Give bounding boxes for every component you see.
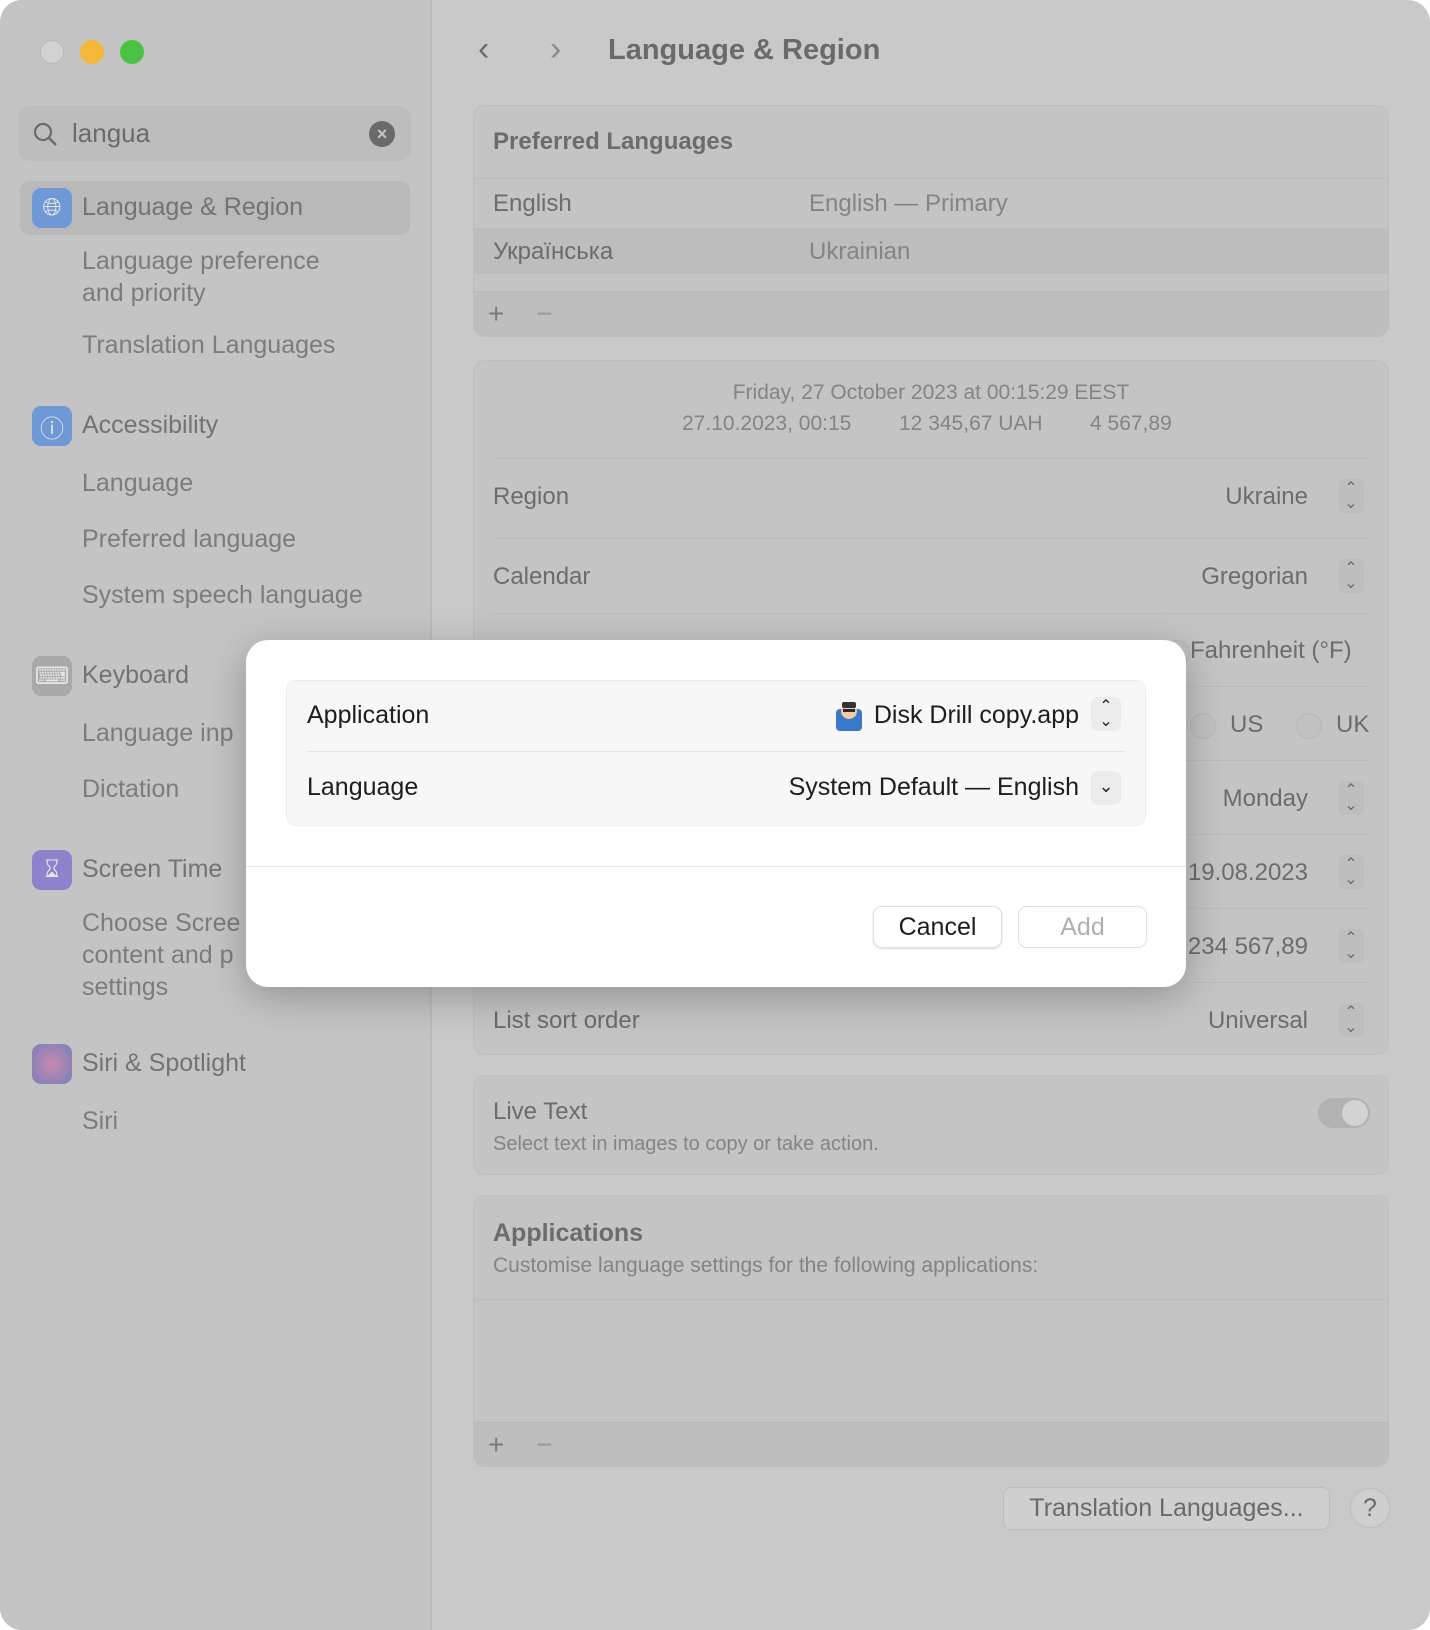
sidebar-subitem[interactable]: System speech language [82, 579, 363, 611]
keyboard-icon: ⌨ [32, 656, 72, 696]
language-popup[interactable]: System Default — English [789, 773, 1079, 802]
close-button[interactable] [40, 40, 64, 64]
us-radio[interactable] [1190, 713, 1216, 739]
language-detail: English — Primary [809, 190, 1008, 217]
list-sort-value[interactable]: Universal [1208, 1007, 1308, 1035]
sidebar-item-keyboard[interactable]: Keyboard [82, 661, 189, 690]
sidebar-subitem[interactable]: Translation Languages [82, 329, 335, 361]
format-preview: 27.10.2023, 00:15 [682, 412, 852, 435]
accessibility-icon: ⓘ [32, 406, 72, 446]
x-circle-icon[interactable]: × [369, 121, 395, 147]
language-label: Language [307, 773, 419, 801]
region-value[interactable]: Ukraine [1225, 483, 1308, 511]
region-label: Region [493, 483, 570, 510]
remove-language-button[interactable]: − [536, 298, 552, 330]
sidebar-item-language-region[interactable]: Language & Region [82, 193, 303, 222]
sidebar-subitem[interactable]: Dictation [82, 773, 179, 805]
settings-window: langua × 🌐︎ Language & Region Language p… [0, 0, 1430, 1630]
sidebar-item-siri-spotlight[interactable]: Siri & Spotlight [82, 1049, 246, 1078]
calendar-label: Calendar [493, 563, 591, 590]
live-text-toggle[interactable] [1318, 1098, 1370, 1128]
format-preview: 4 567,89 [1090, 412, 1172, 435]
page-title: Language & Region [608, 34, 881, 66]
remove-application-button[interactable]: − [536, 1429, 552, 1461]
number-format-value[interactable]: 234 567,89 [1188, 933, 1308, 961]
updown-chevron-icon[interactable]: ⌃ ⌄ [1338, 1003, 1364, 1037]
application-value: Disk Drill copy.app [873, 700, 1079, 729]
minimize-button[interactable] [80, 40, 104, 64]
application-popup[interactable]: Disk Drill copy.app [834, 699, 1079, 731]
language-row[interactable]: Українська Ukrainian [474, 228, 1388, 274]
updown-chevron-icon[interactable]: ⌃ ⌄ [1338, 479, 1364, 513]
live-text-subtitle: Select text in images to copy or take ac… [493, 1133, 879, 1155]
list-sort-label: List sort order [493, 1007, 640, 1034]
add-application-dialog: Application Disk Drill copy.app ⌃ ⌄ Langu… [246, 640, 1186, 987]
first-day-value[interactable]: Monday [1223, 785, 1308, 813]
applications-title: Applications [493, 1219, 644, 1247]
add-remove-bar: + − [474, 1422, 1388, 1466]
add-remove-bar: + − [474, 291, 1388, 336]
application-label: Application [307, 701, 430, 729]
zoom-button[interactable] [120, 40, 144, 64]
temperature-option: Fahrenheit (°F) [1190, 637, 1352, 664]
applications-card: Applications Customise language settings… [473, 1195, 1389, 1467]
updown-chevron-icon[interactable]: ⌃ ⌄ [1091, 697, 1121, 731]
updown-chevron-icon[interactable]: ⌃ ⌄ [1338, 855, 1364, 889]
language-name: English [493, 190, 572, 217]
search-icon [33, 122, 57, 146]
format-preview-date: Friday, 27 October 2023 at 00:15:29 EEST [732, 381, 1130, 404]
uk-radio[interactable] [1296, 713, 1322, 739]
preferred-languages-card: Preferred Languages English English — Pr… [473, 105, 1389, 337]
applications-subtitle: Customise language settings for the foll… [493, 1254, 1039, 1277]
add-language-button[interactable]: + [488, 298, 504, 330]
cancel-button[interactable]: Cancel [873, 906, 1002, 948]
help-button[interactable]: ? [1350, 1488, 1390, 1528]
sidebar-subitem[interactable]: Preferred language [82, 523, 296, 555]
sidebar-subitem[interactable]: Language inp [82, 717, 234, 749]
language-name: Українська [493, 238, 614, 265]
globe-icon: 🌐︎ [32, 188, 72, 228]
back-icon[interactable]: ‹ [478, 30, 489, 69]
format-preview: 12 345,67 UAH [899, 412, 1043, 435]
search-input[interactable]: langua [72, 118, 150, 149]
forward-icon[interactable]: › [550, 30, 561, 69]
sidebar-subitem[interactable]: Siri [82, 1105, 118, 1137]
divider [246, 866, 1186, 867]
date-format-value[interactable]: 19.08.2023 [1188, 859, 1308, 887]
add-application-button[interactable]: + [488, 1429, 504, 1461]
siri-icon [32, 1044, 72, 1084]
live-text-title: Live Text [493, 1098, 588, 1125]
chevron-down-icon[interactable]: ⌄ [1091, 771, 1121, 805]
sidebar-subitem[interactable]: Language preference and priority [82, 245, 320, 309]
sidebar-subitem[interactable]: Choose Scree content and p settings [82, 907, 240, 1003]
sidebar-subitem[interactable]: Language [82, 467, 193, 499]
hourglass-icon: ⌛︎ [32, 850, 72, 890]
measurement-option: UK [1336, 711, 1370, 738]
updown-chevron-icon[interactable]: ⌃ ⌄ [1338, 559, 1364, 593]
section-title: Preferred Languages [493, 128, 734, 155]
sidebar-item-accessibility[interactable]: Accessibility [82, 411, 218, 440]
measurement-option: US [1230, 711, 1264, 738]
updown-chevron-icon[interactable]: ⌃ ⌄ [1338, 929, 1364, 963]
live-text-card: Live Text Select text in images to copy … [473, 1075, 1389, 1175]
disk-drill-app-icon [835, 702, 862, 731]
search-field[interactable]: langua × [18, 106, 411, 161]
sidebar-item-screen-time[interactable]: Screen Time [82, 855, 222, 884]
language-detail: Ukrainian [809, 238, 911, 265]
dialog-form: Application Disk Drill copy.app ⌃ ⌄ Langu… [286, 680, 1146, 826]
translation-languages-button[interactable]: Translation Languages... [1003, 1487, 1330, 1530]
add-button[interactable]: Add [1018, 906, 1147, 948]
updown-chevron-icon[interactable]: ⌃ ⌄ [1338, 781, 1364, 815]
calendar-value[interactable]: Gregorian [1201, 563, 1308, 591]
